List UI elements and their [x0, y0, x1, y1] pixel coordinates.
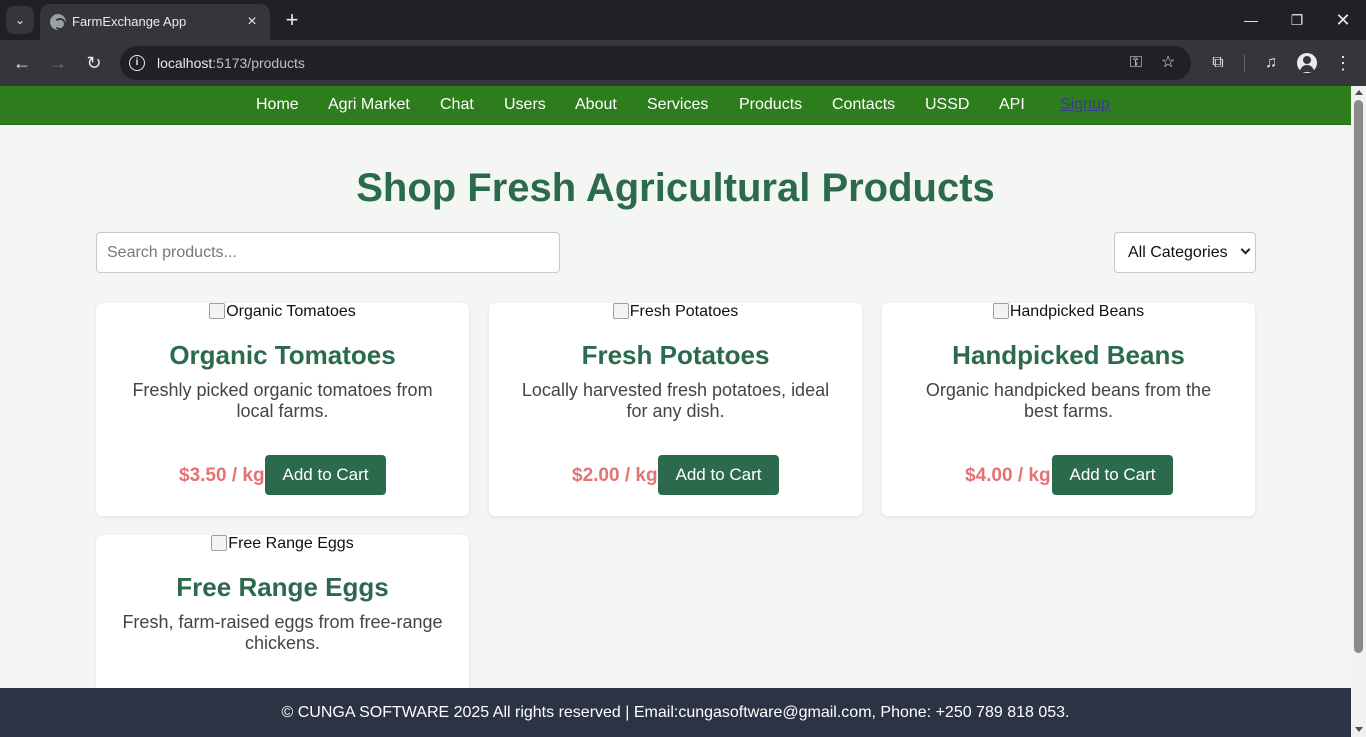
extensions-icon[interactable]: ⧉	[1206, 51, 1230, 75]
product-image: Free Range Eggs	[96, 535, 469, 553]
product-image: Handpicked Beans	[882, 303, 1255, 321]
toolbar-divider	[1244, 54, 1245, 72]
restore-icon[interactable]: ❐	[1282, 6, 1312, 34]
nav-agri-market[interactable]: Agri Market	[328, 96, 410, 114]
plus-icon[interactable]: +	[280, 8, 304, 32]
product-description: Fresh, farm-raised eggs from free-range …	[122, 612, 443, 653]
window-close-icon[interactable]: ✕	[1328, 6, 1358, 34]
product-price: $2.00 / kg	[572, 465, 658, 486]
category-select[interactable]: All Categories	[1114, 232, 1256, 273]
broken-image-icon	[211, 535, 228, 551]
tab-bar: ⌄ FarmExchange App × + — ❐ ✕	[0, 0, 1366, 40]
globe-icon	[50, 14, 66, 30]
nav-products[interactable]: Products	[739, 96, 802, 114]
product-card-handpicked-beans: Handpicked Beans Handpicked Beans Organi…	[882, 303, 1255, 516]
broken-image-icon	[992, 303, 1009, 319]
product-description: Locally harvested fresh potatoes, ideal …	[521, 380, 830, 421]
browser-toolbar: ← → ↻ i localhost:5173/products ⚿ ☆ ⧉ ♫ …	[0, 40, 1366, 86]
forward-icon[interactable]: →	[46, 51, 70, 75]
product-image: Fresh Potatoes	[489, 303, 862, 321]
site-footer: © CUNGA SOFTWARE 2025 All rights reserve…	[0, 688, 1351, 737]
product-name: Handpicked Beans	[952, 340, 1185, 370]
minimize-icon[interactable]: —	[1236, 6, 1266, 34]
back-icon[interactable]: ←	[10, 51, 34, 75]
broken-image-icon	[209, 303, 226, 319]
info-icon[interactable]: i	[129, 55, 145, 71]
nav-contacts[interactable]: Contacts	[832, 96, 895, 114]
browser-tab[interactable]: FarmExchange App ×	[40, 4, 270, 40]
page-title: Shop Fresh Agricultural Products	[356, 166, 995, 210]
close-icon[interactable]: ×	[242, 12, 262, 32]
nav-services[interactable]: Services	[647, 96, 708, 114]
product-name: Free Range Eggs	[176, 572, 389, 602]
nav-api[interactable]: API	[999, 96, 1025, 114]
star-icon[interactable]: ☆	[1158, 53, 1178, 73]
page-viewport: Home Agri Market Chat Users About Servic…	[0, 86, 1351, 737]
reload-icon[interactable]: ↻	[82, 51, 106, 75]
media-icon[interactable]: ♫	[1259, 51, 1283, 75]
nav-ussd[interactable]: USSD	[925, 96, 969, 114]
product-card-organic-tomatoes: Organic Tomatoes Organic Tomatoes Freshl…	[96, 303, 469, 516]
product-description: Freshly picked organic tomatoes from loc…	[132, 380, 433, 421]
address-bar[interactable]: i localhost:5173/products ⚿ ☆	[120, 46, 1191, 80]
more-icon[interactable]: ⋮	[1331, 51, 1355, 75]
scrollbar-thumb[interactable]	[1354, 100, 1363, 653]
nav-chat[interactable]: Chat	[440, 96, 474, 114]
product-card-fresh-potatoes: Fresh Potatoes Fresh Potatoes Locally ha…	[489, 303, 862, 516]
product-name: Fresh Potatoes	[581, 340, 770, 370]
nav-signup[interactable]: Signup	[1060, 96, 1110, 114]
tab-search-icon[interactable]: ⌄	[6, 6, 34, 34]
add-to-cart-button[interactable]: Add to Cart	[265, 455, 386, 495]
tab-title: FarmExchange App	[72, 14, 187, 29]
product-price: $4.00 / kg	[965, 465, 1051, 486]
key-icon[interactable]: ⚿	[1126, 53, 1146, 73]
scroll-down-icon[interactable]	[1355, 727, 1363, 732]
product-description: Organic handpicked beans from the best f…	[925, 380, 1212, 421]
nav-users[interactable]: Users	[504, 96, 546, 114]
search-input[interactable]	[96, 232, 560, 273]
site-navbar: Home Agri Market Chat Users About Servic…	[0, 86, 1351, 125]
product-price: $3.50 / kg	[179, 465, 265, 486]
chevron-down-icon	[1240, 244, 1251, 255]
category-selected: All Categories	[1128, 244, 1228, 261]
broken-image-icon	[612, 303, 629, 319]
nav-home[interactable]: Home	[256, 96, 299, 114]
scroll-up-icon[interactable]	[1355, 90, 1363, 95]
add-to-cart-button[interactable]: Add to Cart	[1052, 455, 1173, 495]
profile-icon[interactable]	[1297, 53, 1317, 73]
add-to-cart-button[interactable]: Add to Cart	[658, 455, 779, 495]
nav-about[interactable]: About	[575, 96, 617, 114]
page-scrollbar[interactable]	[1351, 86, 1366, 737]
product-name: Organic Tomatoes	[169, 340, 396, 370]
product-image: Organic Tomatoes	[96, 303, 469, 321]
url-text[interactable]: localhost:5173/products	[157, 55, 305, 71]
